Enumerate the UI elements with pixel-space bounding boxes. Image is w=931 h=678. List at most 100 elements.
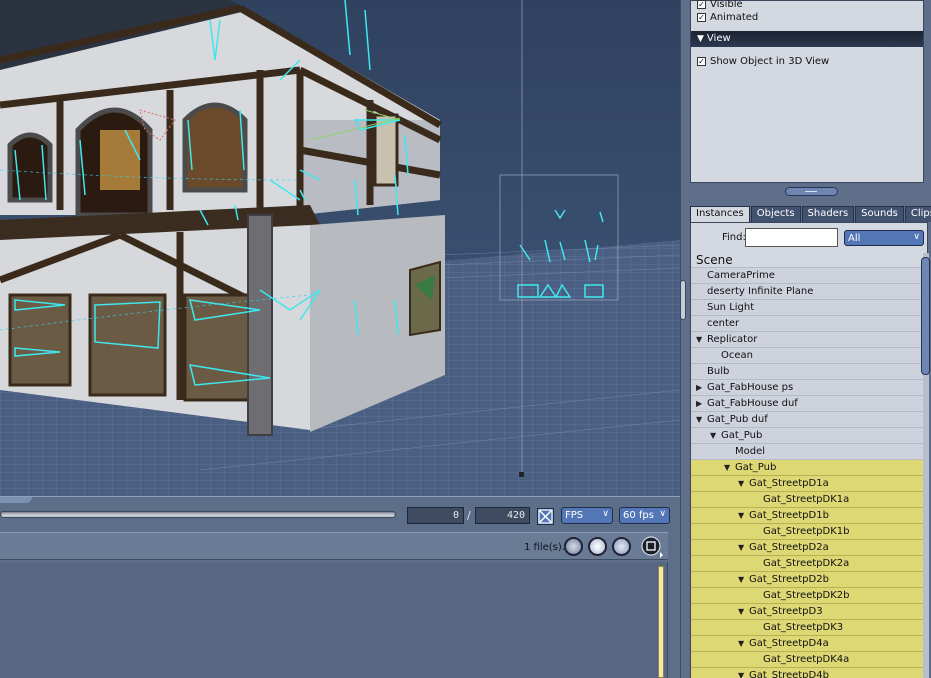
filter-dropdown[interactable]: All ∨ (844, 230, 924, 246)
expand-right-icon[interactable]: ▶ (696, 380, 702, 395)
tree-row[interactable]: ▼ Gat_StreetpD4a (691, 636, 923, 652)
timeline-scrubber[interactable] (0, 511, 396, 518)
show-object-label: Show Object in 3D View (710, 55, 830, 67)
expand-down-icon[interactable]: ▼ (724, 460, 730, 475)
tree-row-label: Gat_StreetpD1a (749, 478, 829, 489)
tree-row[interactable]: center (691, 316, 923, 332)
tree-row-label: Gat_FabHouse ps (707, 382, 794, 393)
scene-render (0, 0, 680, 496)
tree-row-label: CameraPrime (707, 270, 775, 281)
view-section-title: View (706, 33, 731, 44)
tree-row[interactable]: Gat_StreetpDK2b (691, 588, 923, 604)
tree-row[interactable]: ▼ Gat_StreetpD3 (691, 604, 923, 620)
view-mode-button-1[interactable] (564, 537, 583, 556)
panel-options-button[interactable] (641, 536, 663, 558)
tree-row-label: Gat_Pub (735, 462, 777, 473)
tree-row[interactable]: ▼ Gat_Pub duf (691, 412, 923, 428)
tree-row[interactable]: ▼ Gat_StreetpD4b (691, 668, 923, 678)
tree-row[interactable]: Gat_StreetpDK2a (691, 556, 923, 572)
expand-down-icon[interactable]: ▼ (738, 508, 744, 523)
chevron-down-icon: ∨ (602, 509, 609, 519)
expand-right-icon[interactable]: ▶ (696, 396, 702, 411)
tree-row[interactable]: ▼ Gat_StreetpD1b (691, 508, 923, 524)
tree-row[interactable]: CameraPrime (691, 268, 923, 284)
tree-row-label: Gat_StreetpDK2b (763, 590, 850, 601)
library-scrollbar[interactable] (658, 566, 664, 678)
tree-row[interactable]: ▼ Gat_Pub (691, 460, 923, 476)
panel-splitter[interactable] (785, 187, 838, 196)
show-object-checkbox-row[interactable]: ✓ Show Object in 3D View (697, 54, 829, 68)
total-frames-field[interactable]: 420 (475, 507, 530, 524)
tab-shaders[interactable]: Shaders (801, 206, 855, 222)
3d-viewport[interactable] (0, 0, 680, 496)
find-label: Find: (722, 232, 746, 243)
expand-down-icon[interactable]: ▼ (696, 412, 702, 427)
animated-checkbox[interactable]: ✓ (697, 12, 706, 22)
tree-row[interactable]: ▼ Gat_StreetpD2a (691, 540, 923, 556)
tree-row[interactable]: ▼ Gat_Pub (691, 428, 923, 444)
fps-mode-dropdown[interactable]: FPS ∨ (561, 507, 613, 524)
tree-row-label: Bulb (707, 366, 730, 377)
chevron-down-icon: ∨ (659, 509, 666, 519)
current-frame-field[interactable]: 0 (407, 507, 464, 524)
view-section-header[interactable]: ▼ View (691, 31, 923, 47)
tree-row[interactable]: Ocean (691, 348, 923, 364)
tree-row[interactable]: Model (691, 444, 923, 460)
tree-row[interactable]: ▶ Gat_FabHouse duf (691, 396, 923, 412)
scene-root-label: Scene (691, 253, 923, 268)
expand-down-icon[interactable]: ▼ (738, 540, 744, 555)
tree-row[interactable]: ▶ Gat_FabHouse ps (691, 380, 923, 396)
scene-tree-scroll-thumb[interactable] (921, 257, 930, 375)
tree-row-label: Gat_StreetpDK4a (763, 654, 850, 665)
tree-row[interactable]: Gat_StreetpDK3 (691, 620, 923, 636)
expand-down-icon[interactable]: ▼ (738, 476, 744, 491)
loop-toggle-button[interactable] (537, 508, 554, 525)
tab-clips[interactable]: Clips (904, 206, 931, 222)
library-panel: 1 file(s). (0, 532, 680, 678)
tab-objects[interactable]: Objects (750, 206, 801, 222)
expand-down-icon[interactable]: ▼ (738, 604, 744, 619)
expand-down-icon[interactable]: ▼ (738, 636, 744, 651)
properties-panel: ✓ Visible ✓ Animated ▼ View ✓ Show Object… (690, 0, 924, 183)
expand-down-icon[interactable]: ▼ (738, 572, 744, 587)
tree-row-label: Gat_StreetpDK1b (763, 526, 850, 537)
tab-instances[interactable]: Instances (690, 206, 750, 222)
visible-checkbox[interactable]: ✓ (697, 0, 706, 9)
timeline-collapse-tab[interactable] (0, 497, 32, 503)
tree-row[interactable]: Sun Light (691, 300, 923, 316)
expand-down-icon[interactable]: ▼ (696, 332, 702, 347)
expand-down-icon[interactable]: ▼ (738, 668, 744, 678)
frame-rate-value: 60 fps (623, 510, 654, 521)
scene-tree-scrollbar[interactable] (921, 253, 930, 678)
frame-rate-dropdown[interactable]: 60 fps ∨ (619, 507, 670, 524)
tree-row-label: Gat_StreetpD4a (749, 638, 829, 649)
tree-row[interactable]: Gat_StreetpDK1a (691, 492, 923, 508)
chevron-down-icon: ∨ (913, 232, 920, 242)
tree-row-label: Ocean (721, 350, 753, 361)
library-content-area[interactable] (0, 562, 668, 678)
panel-resize-handle[interactable] (680, 280, 686, 320)
tree-row[interactable]: ▼ Gat_StreetpD2b (691, 572, 923, 588)
animated-checkbox-row[interactable]: ✓ Animated (697, 10, 758, 24)
view-mode-button-2[interactable] (588, 537, 607, 556)
tree-row-label: deserty Infinite Plane (707, 286, 814, 297)
tree-row[interactable]: ▼ Gat_StreetpD1a (691, 476, 923, 492)
tree-row[interactable]: ▼ Replicator (691, 332, 923, 348)
tree-row[interactable]: Bulb (691, 364, 923, 380)
view-mode-button-3[interactable] (612, 537, 631, 556)
scene-tree: Scene CameraPrime deserty Infinite Plane S… (691, 253, 923, 678)
files-count-label: 1 file(s). (524, 542, 565, 553)
tree-row[interactable]: Gat_StreetpDK1b (691, 524, 923, 540)
tab-sounds[interactable]: Sounds (855, 206, 904, 222)
show-object-checkbox[interactable]: ✓ (697, 56, 706, 66)
fps-mode-value: FPS (565, 510, 584, 521)
expand-down-icon[interactable]: ▼ (710, 428, 716, 443)
panel-menu-icon (641, 536, 663, 558)
visible-label: Visible (710, 0, 743, 10)
tree-row[interactable]: deserty Infinite Plane (691, 284, 923, 300)
find-input[interactable] (745, 228, 838, 247)
tree-row-label: Gat_StreetpD3 (749, 606, 823, 617)
loop-icon (538, 509, 553, 524)
tree-row[interactable]: Gat_StreetpDK4a (691, 652, 923, 668)
timeline-bar: 0 / 420 FPS ∨ 60 fps ∨ (0, 496, 680, 532)
